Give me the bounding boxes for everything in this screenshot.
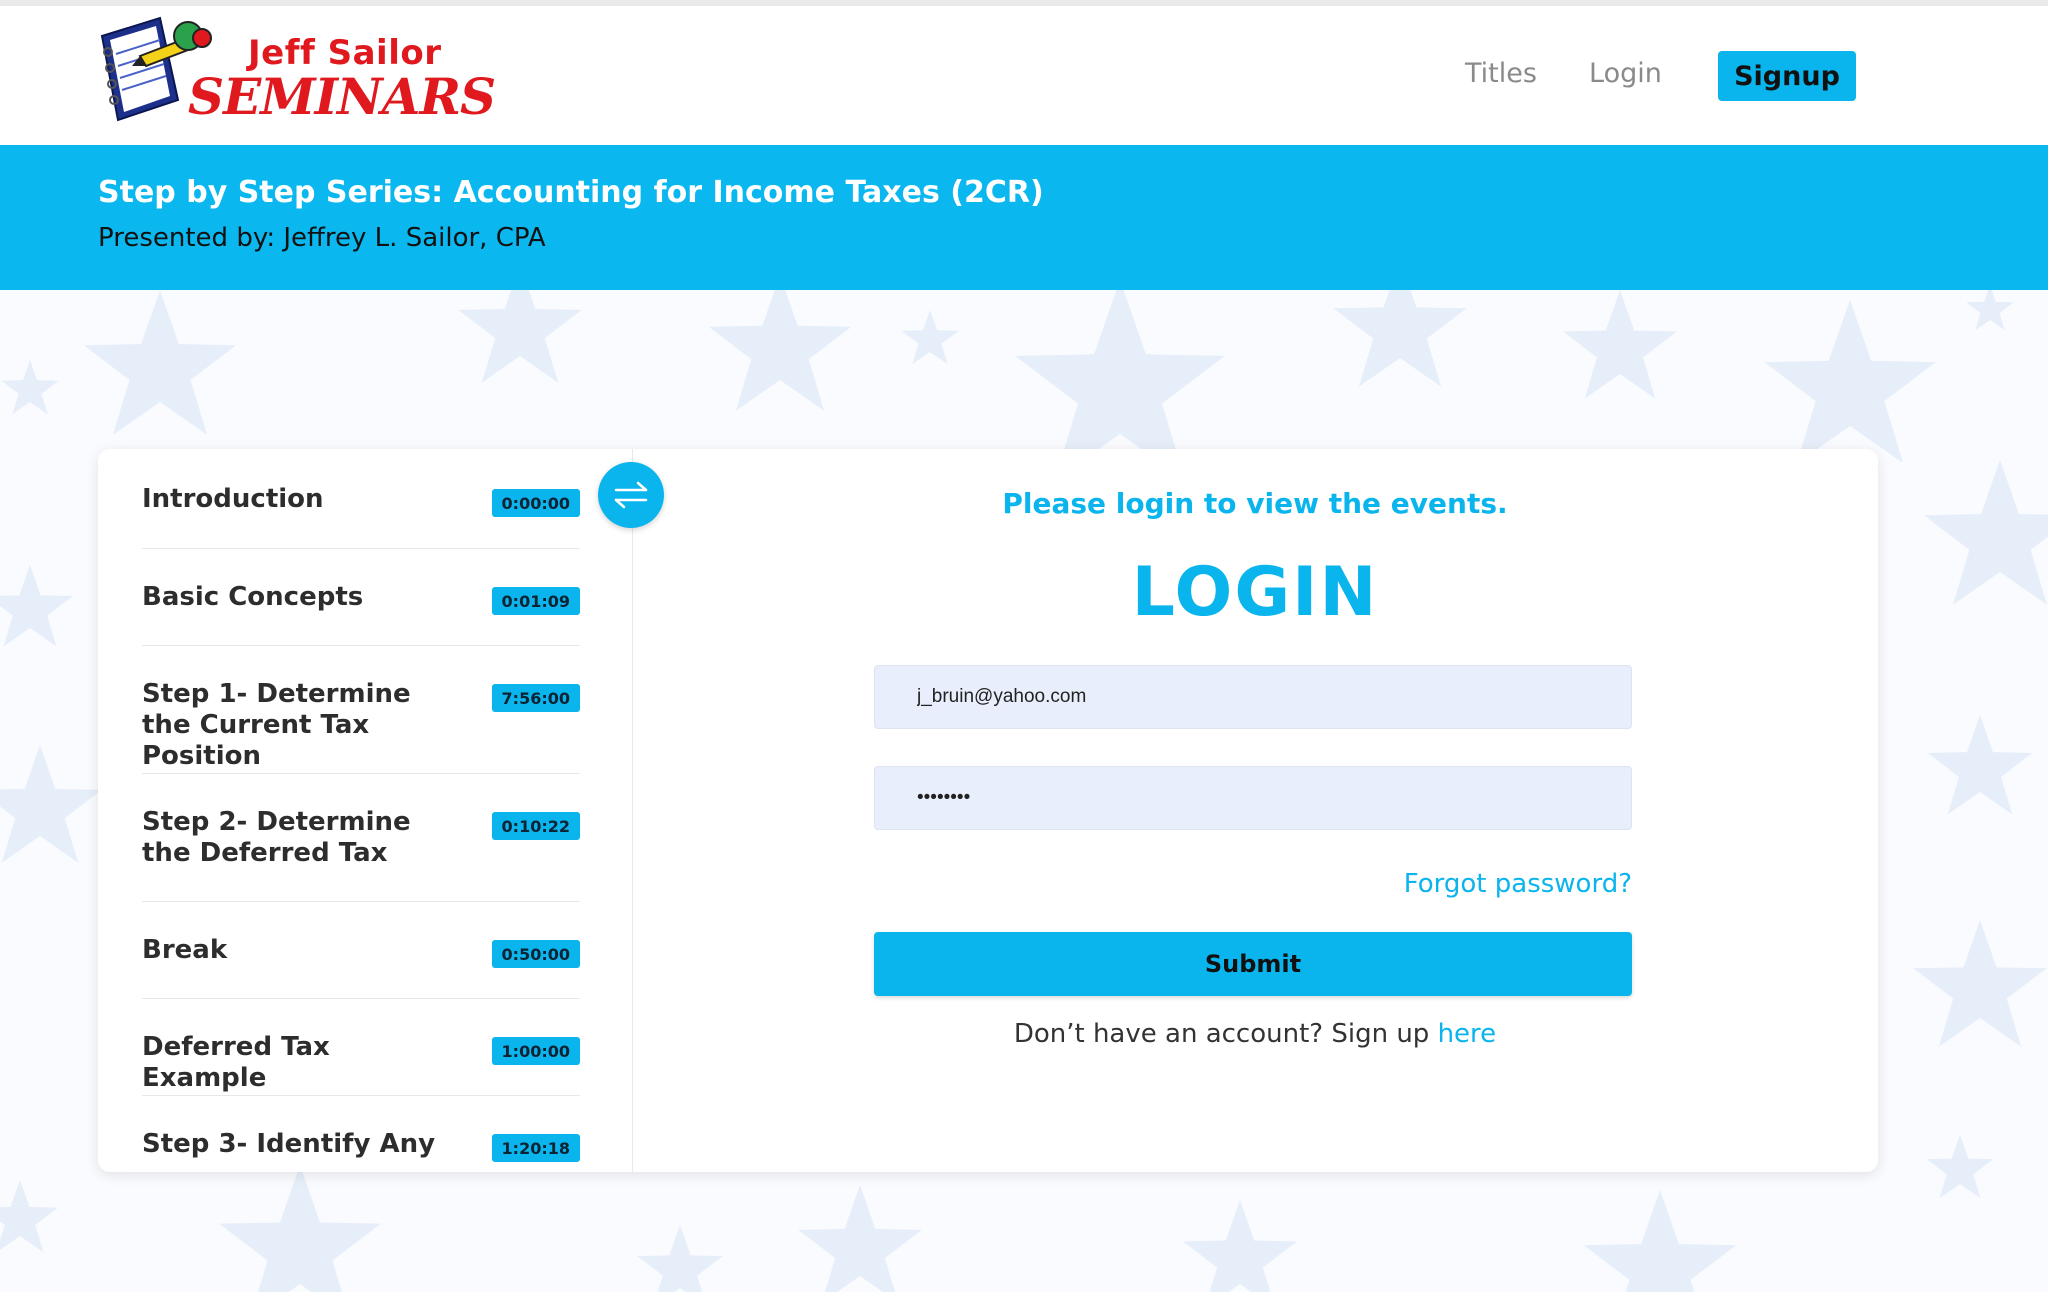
- nav-login-link[interactable]: Login: [1589, 58, 1662, 89]
- session-item-step-3[interactable]: Step 3- Identify Any 1:20:18: [142, 1095, 580, 1172]
- email-field[interactable]: [874, 665, 1632, 729]
- password-field[interactable]: [874, 766, 1632, 830]
- navbar: Jeff Sailor SEMINARS Titles Login Signup: [0, 6, 2048, 145]
- submit-button[interactable]: Submit: [874, 932, 1632, 996]
- content-card: Introduction 0:00:00 Basic Concepts 0:01…: [98, 449, 1878, 1172]
- time-badge: 0:50:00: [491, 940, 580, 968]
- session-list[interactable]: Introduction 0:00:00 Basic Concepts 0:01…: [98, 449, 633, 1172]
- time-badge: 1:20:18: [491, 1134, 580, 1162]
- login-form: Please login to view the events. LOGIN F…: [632, 449, 1878, 1172]
- session-title: Break: [142, 935, 228, 965]
- session-item-break[interactable]: Break 0:50:00: [142, 901, 580, 999]
- session-title: Step 1- Determine the Current Tax Positi…: [142, 679, 411, 771]
- time-badge: 0:01:09: [491, 587, 580, 615]
- logo-wordmark: Jeff Sailor SEMINARS: [188, 34, 496, 126]
- no-account-text: Don’t have an account? Sign up: [1013, 1019, 1438, 1049]
- swap-arrows-icon: [614, 481, 648, 509]
- session-item-step-2[interactable]: Step 2- Determine the Deferred Tax 0:10:…: [142, 773, 580, 902]
- signup-here-link[interactable]: here: [1438, 1019, 1497, 1049]
- nav-titles-link[interactable]: Titles: [1465, 58, 1537, 89]
- site-logo[interactable]: Jeff Sailor SEMINARS: [96, 16, 496, 128]
- sidebar-toggle-button[interactable]: [598, 462, 664, 528]
- time-badge: 0:10:22: [491, 812, 580, 840]
- course-title: Step by Step Series: Accounting for Inco…: [98, 175, 1044, 210]
- login-heading: LOGIN: [1131, 553, 1379, 632]
- session-title: Step 2- Determine the Deferred Tax: [142, 807, 411, 868]
- login-prompt: Please login to view the events.: [1002, 487, 1508, 520]
- session-title: Step 3- Identify Any: [142, 1129, 436, 1159]
- session-title: Deferred Tax Example: [142, 1032, 330, 1093]
- signup-button[interactable]: Signup: [1718, 51, 1856, 101]
- logo-line2: SEMINARS: [188, 67, 496, 126]
- forgot-password-link[interactable]: Forgot password?: [1404, 869, 1632, 899]
- session-item-step-1[interactable]: Step 1- Determine the Current Tax Positi…: [142, 645, 580, 774]
- session-item-deferred-tax-example[interactable]: Deferred Tax Example 1:00:00: [142, 998, 580, 1096]
- time-badge: 0:00:00: [491, 489, 580, 517]
- session-title: Basic Concepts: [142, 582, 364, 612]
- time-badge: 7:56:00: [491, 684, 580, 712]
- time-badge: 1:00:00: [491, 1037, 580, 1065]
- course-banner: Step by Step Series: Accounting for Inco…: [0, 145, 2048, 290]
- presenter-line: Presented by: Jeffrey L. Sailor, CPA: [98, 223, 546, 253]
- session-item-introduction[interactable]: Introduction 0:00:00: [142, 479, 580, 549]
- session-item-basic-concepts[interactable]: Basic Concepts 0:01:09: [142, 548, 580, 646]
- signup-prompt: Don’t have an account? Sign up here: [632, 1019, 1878, 1049]
- session-title: Introduction: [142, 484, 324, 514]
